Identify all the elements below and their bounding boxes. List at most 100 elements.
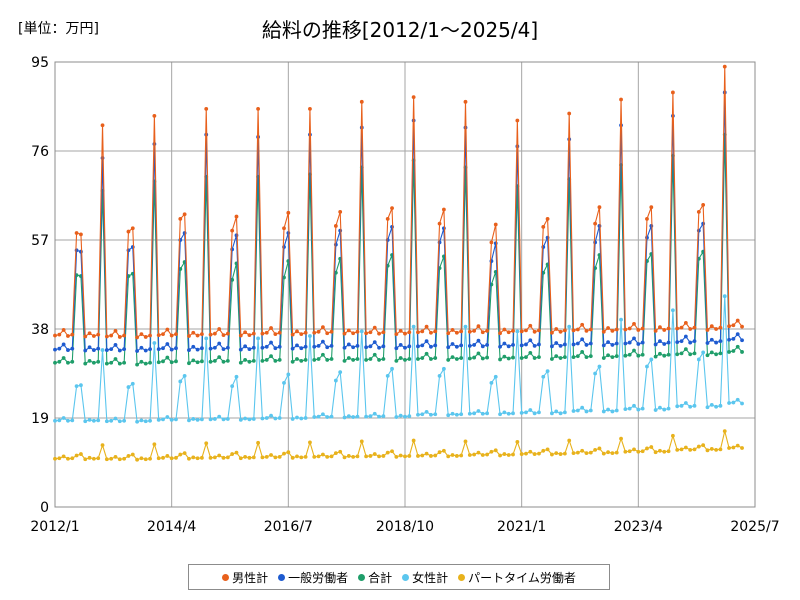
- data-point-female: [420, 412, 425, 417]
- data-point-general: [238, 347, 243, 352]
- data-point-total: [675, 352, 680, 357]
- data-point-male: [212, 331, 217, 336]
- data-point-general: [502, 341, 507, 346]
- data-point-parttime: [489, 449, 494, 454]
- data-point-female: [351, 415, 356, 419]
- data-point-female: [178, 379, 183, 384]
- data-point-female: [718, 403, 723, 408]
- data-point-general: [217, 341, 222, 346]
- data-point-female: [554, 409, 559, 414]
- data-point-female: [100, 348, 105, 352]
- data-point-male: [385, 217, 390, 221]
- data-point-male: [338, 209, 343, 214]
- data-point-male: [489, 240, 494, 245]
- data-point-total: [96, 359, 101, 364]
- data-point-total: [606, 353, 610, 358]
- data-point-female: [113, 416, 118, 421]
- data-point-female: [476, 409, 481, 413]
- data-point-parttime: [303, 454, 308, 459]
- data-point-total: [735, 344, 740, 349]
- data-point-general: [390, 224, 394, 229]
- data-point-male: [312, 330, 317, 335]
- data-point-male: [53, 333, 57, 338]
- data-point-male: [666, 326, 671, 331]
- data-point-general: [532, 343, 537, 348]
- data-point-total: [688, 352, 693, 357]
- data-point-total: [506, 356, 511, 361]
- data-point-total: [554, 354, 559, 359]
- data-point-general: [243, 344, 248, 349]
- legend-label-general: 一般労働者: [288, 570, 349, 585]
- data-point-male: [463, 99, 468, 104]
- data-point-general: [524, 342, 528, 347]
- data-point-general: [454, 344, 459, 349]
- data-point-male: [165, 327, 170, 332]
- data-point-female: [480, 411, 485, 416]
- data-point-total: [718, 351, 723, 356]
- data-point-female: [671, 308, 675, 313]
- data-point-parttime: [584, 451, 589, 456]
- data-point-male: [571, 328, 576, 333]
- data-point-male: [467, 329, 472, 334]
- data-point-male: [437, 221, 442, 226]
- data-point-general: [636, 342, 641, 346]
- data-point-total: [537, 355, 541, 360]
- data-point-general: [212, 345, 217, 350]
- data-point-general: [91, 348, 96, 352]
- data-point-general: [338, 228, 343, 233]
- data-point-parttime: [619, 436, 623, 441]
- data-point-parttime: [377, 454, 381, 459]
- data-point-male: [683, 321, 688, 325]
- data-point-total: [329, 357, 334, 361]
- data-point-female: [282, 380, 286, 385]
- data-point-female: [299, 416, 304, 421]
- data-point-parttime: [87, 455, 92, 460]
- data-point-general: [424, 339, 429, 344]
- data-point-female: [658, 405, 662, 410]
- data-point-male: [476, 324, 481, 329]
- data-point-parttime: [295, 454, 299, 459]
- data-point-total: [472, 355, 477, 360]
- data-point-general: [683, 334, 688, 339]
- data-point-male: [204, 106, 209, 111]
- data-point-male: [588, 327, 593, 332]
- data-point-general: [221, 347, 226, 352]
- data-point-female: [524, 410, 528, 415]
- data-point-parttime: [658, 448, 662, 453]
- data-point-total: [528, 350, 533, 355]
- data-point-general: [588, 341, 593, 346]
- data-point-parttime: [640, 449, 645, 454]
- data-point-parttime: [53, 456, 57, 461]
- data-point-general: [87, 345, 92, 350]
- data-point-parttime: [143, 457, 148, 462]
- data-point-female: [325, 415, 330, 419]
- data-point-female: [511, 411, 515, 416]
- data-point-female: [485, 411, 489, 416]
- data-point-general: [329, 343, 334, 348]
- data-point-parttime: [100, 443, 105, 448]
- data-point-female: [208, 417, 213, 422]
- data-point-total: [731, 349, 736, 353]
- data-point-parttime: [299, 455, 304, 460]
- data-point-female: [61, 416, 66, 420]
- data-point-parttime: [480, 453, 485, 457]
- data-point-general: [554, 341, 559, 345]
- data-point-male: [122, 333, 127, 338]
- data-point-female: [714, 404, 719, 409]
- data-point-total: [148, 360, 152, 365]
- data-point-male: [355, 329, 360, 334]
- data-point-total: [316, 357, 321, 361]
- data-point-general: [459, 343, 464, 348]
- x-tick-label: 2021/1: [497, 519, 546, 535]
- data-point-female: [588, 408, 593, 413]
- legend-marker-total: [358, 573, 366, 581]
- data-point-total: [342, 358, 347, 363]
- data-point-male: [79, 232, 83, 237]
- data-point-total: [727, 350, 731, 354]
- data-point-parttime: [692, 447, 697, 452]
- data-point-general: [381, 344, 386, 349]
- data-point-female: [398, 413, 403, 418]
- data-point-female: [243, 416, 248, 421]
- data-point-general: [528, 338, 533, 343]
- data-point-total: [104, 361, 109, 366]
